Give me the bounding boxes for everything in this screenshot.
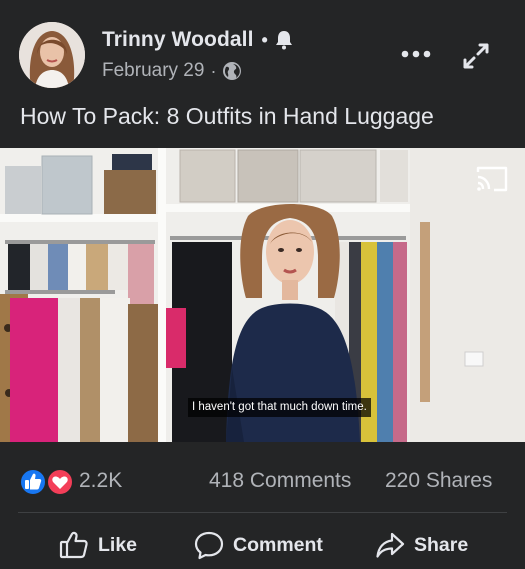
expand-icon[interactable]	[462, 42, 490, 70]
share-label: Share	[414, 533, 469, 556]
post-title: How To Pack: 8 Outfits in Hand Luggage	[20, 103, 434, 129]
divider	[18, 512, 507, 513]
comment-label: Comment	[233, 533, 323, 556]
post-meta: February 29 ·	[102, 59, 242, 83]
heart-icon	[46, 468, 74, 496]
like-button[interactable]: Like	[58, 528, 137, 562]
author-name[interactable]: Trinny Woodall	[102, 28, 254, 52]
like-label: Like	[98, 533, 138, 556]
author-line: Trinny Woodall •	[102, 27, 293, 53]
reaction-icons[interactable]	[18, 468, 76, 496]
comment-icon	[194, 531, 224, 560]
like-icon	[59, 531, 88, 559]
comment-button[interactable]: Comment	[193, 528, 323, 562]
share-button[interactable]: Share	[374, 528, 468, 562]
facebook-post: Trinny Woodall • February 29 · How To Pa…	[0, 0, 525, 569]
reaction-count[interactable]: 2.2K	[79, 469, 122, 493]
post-date[interactable]: February 29	[102, 60, 204, 82]
bell-icon[interactable]	[275, 30, 293, 50]
globe-icon	[223, 62, 242, 80]
more-icon[interactable]	[400, 47, 432, 61]
separator-dot: ·	[210, 60, 217, 81]
video-caption: I haven't got that much down time.	[188, 398, 371, 417]
comments-count[interactable]: 418 Comments	[209, 469, 351, 493]
avatar[interactable]	[19, 22, 85, 88]
separator-dot: •	[261, 29, 268, 50]
thumbs-up-icon	[19, 468, 47, 496]
post-header: Trinny Woodall • February 29 ·	[0, 0, 525, 100]
share-icon	[376, 532, 405, 558]
shares-count[interactable]: 220 Shares	[385, 469, 492, 493]
reactions-bar: 2.2K 418 Comments 220 Shares	[0, 458, 525, 502]
cast-icon[interactable]	[474, 164, 510, 194]
